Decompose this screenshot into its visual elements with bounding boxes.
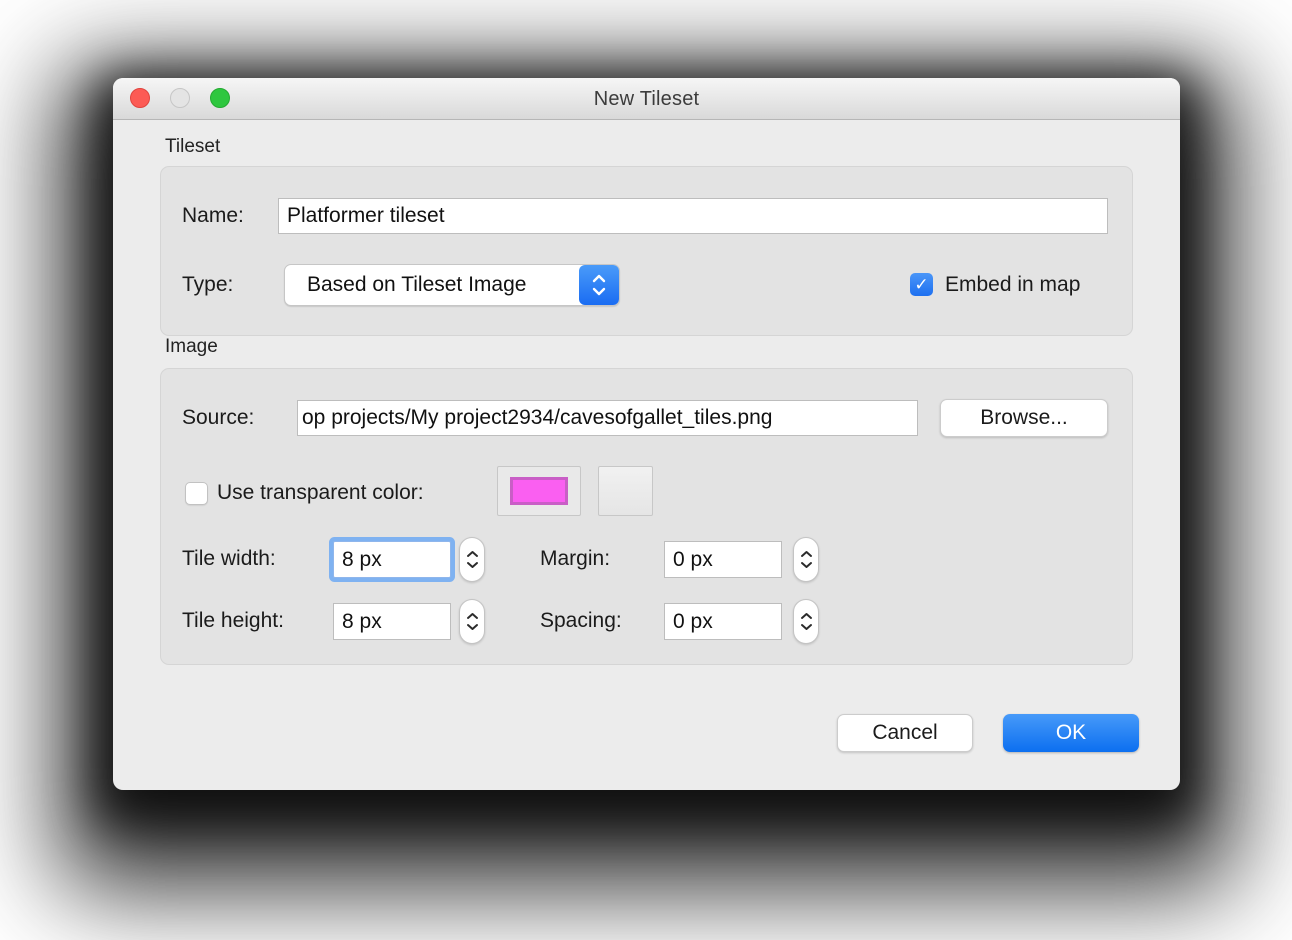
margin-input[interactable] (664, 541, 782, 578)
source-label: Source: (182, 400, 254, 436)
tileset-groupbox (160, 166, 1133, 336)
embed-in-map-checkbox[interactable]: ✓ (910, 273, 933, 296)
tile-width-input[interactable] (333, 541, 451, 578)
tileset-section-label: Tileset (165, 136, 220, 158)
zoom-button[interactable] (210, 88, 230, 108)
ok-button[interactable]: OK (1003, 714, 1139, 752)
transparent-color-swatch (510, 477, 568, 505)
tile-height-stepper[interactable] (459, 599, 485, 644)
name-input[interactable] (278, 198, 1108, 234)
use-transparent-color-checkbox[interactable] (185, 482, 208, 505)
new-tileset-dialog: New Tileset Tileset Name: Type: Based on… (113, 78, 1180, 790)
stepper-up-icon (466, 612, 479, 620)
source-input[interactable] (297, 400, 918, 436)
type-dropdown-value: Based on Tileset Image (285, 273, 579, 297)
titlebar[interactable]: New Tileset (113, 78, 1180, 120)
stepper-up-icon (800, 550, 813, 558)
tile-width-label: Tile width: (182, 540, 276, 578)
embed-in-map-label: Embed in map (945, 264, 1080, 306)
stepper-down-icon (800, 561, 813, 569)
type-dropdown[interactable]: Based on Tileset Image (284, 264, 620, 306)
browse-button[interactable]: Browse... (940, 399, 1108, 437)
spacing-label: Spacing: (540, 602, 622, 640)
minimize-button (170, 88, 190, 108)
stepper-up-icon (466, 550, 479, 558)
name-label: Name: (182, 198, 244, 234)
tile-height-input[interactable] (333, 603, 451, 640)
checkmark-icon: ✓ (914, 275, 928, 295)
margin-label: Margin: (540, 540, 610, 578)
margin-stepper[interactable] (793, 537, 819, 582)
cancel-button[interactable]: Cancel (837, 714, 973, 752)
stepper-up-icon (800, 612, 813, 620)
spacing-stepper[interactable] (793, 599, 819, 644)
popup-arrows-icon (579, 265, 619, 305)
screenshot-stage: New Tileset Tileset Name: Type: Based on… (0, 0, 1292, 940)
stepper-down-icon (466, 623, 479, 631)
type-label: Type: (182, 264, 233, 306)
color-picker-button[interactable] (598, 466, 653, 516)
transparent-color-well[interactable] (497, 466, 581, 516)
stepper-down-icon (800, 623, 813, 631)
window-title: New Tileset (113, 78, 1180, 120)
tile-height-label: Tile height: (182, 602, 284, 640)
tile-width-stepper[interactable] (459, 537, 485, 582)
close-button[interactable] (130, 88, 150, 108)
use-transparent-color-label: Use transparent color: (217, 472, 424, 514)
stepper-down-icon (466, 561, 479, 569)
image-section-label: Image (165, 336, 218, 358)
spacing-input[interactable] (664, 603, 782, 640)
